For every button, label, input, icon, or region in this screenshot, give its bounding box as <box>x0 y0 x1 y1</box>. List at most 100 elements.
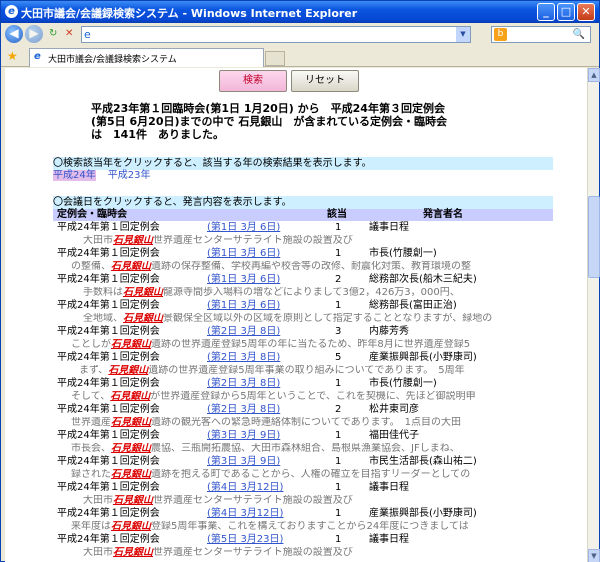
row-speaker: 総務部次長(船木三紀夫) <box>369 274 477 285</box>
row-session: 平成24年第１回定例会 <box>57 456 160 467</box>
meeting-date-link[interactable]: (第3日 3月 9日) <box>207 430 280 442</box>
row-hit-count: 2 <box>335 404 342 415</box>
minimize-button[interactable]: _ <box>537 3 555 21</box>
highlight-term: 石見銀山 <box>123 287 163 298</box>
search-go-button[interactable]: 🔍 <box>568 27 590 42</box>
row-hit-count: 1 <box>335 430 342 441</box>
snippet-suffix: 世界遺産センターサテライト施設の設置及び <box>153 235 353 246</box>
highlight-term: 石見銀山 <box>111 469 151 480</box>
year-links: 平成24年 平成23年 <box>53 170 162 182</box>
row-speaker: 総務部長(富田正治) <box>369 300 457 311</box>
table-row: 平成24年第１回定例会 (第1日 3月 6日) 1 議事日程 <box>53 222 573 234</box>
row-hit-count: 1 <box>335 508 342 519</box>
snippet-prefix: 来年度は <box>71 521 111 532</box>
row-session: 平成24年第１回定例会 <box>57 222 160 233</box>
highlight-term: 石見銀山 <box>111 339 151 350</box>
table-row: 平成24年第１回定例会 (第2日 3月 8日) 5 産業振興部長(小野康司) <box>53 352 573 364</box>
close-button[interactable]: ✕ <box>577 3 595 21</box>
scroll-thumb[interactable] <box>588 196 600 278</box>
browser-window: e 大田市議会/会議録検索システム - Windows Internet Exp… <box>0 0 600 562</box>
table-row: 平成24年第１回定例会 (第3日 3月 9日) 1 福田佳代子 <box>53 430 573 442</box>
header-session: 定例会・臨時会 <box>57 209 127 220</box>
forward-button[interactable]: ▶ <box>25 25 43 43</box>
row-speaker: 市長(竹腰創一) <box>369 248 437 259</box>
year-instruction: 〇検索該当年をクリックすると、該当する年の検索結果を表示します。 <box>53 157 553 170</box>
snippet-suffix: 遺跡の観光客への緊急時連絡体制についてであります。 1点目の大田 <box>151 417 461 428</box>
highlight-term: 石見銀山 <box>113 235 153 246</box>
year-link-h23[interactable]: 平成23年 <box>108 170 151 181</box>
meeting-date-link[interactable]: (第4日 3月12日) <box>207 508 283 520</box>
search-button[interactable]: 検索 <box>219 70 287 92</box>
row-session: 平成24年第１回定例会 <box>57 404 160 415</box>
tab-bar: ★ e 大田市議会/会議録検索システム <box>1 45 599 67</box>
row-hit-count: 2 <box>335 274 342 285</box>
stop-icon[interactable]: ✕ <box>65 28 73 39</box>
navigation-bar: ◀ ▶ ↻ ✕ e ▼ b 🔍 <box>1 23 599 45</box>
highlight-term: 石見銀山 <box>111 261 151 272</box>
search-box[interactable]: b 🔍 <box>491 26 591 43</box>
meeting-date-link[interactable]: (第4日 3月12日) <box>207 482 283 494</box>
tab-label: 大田市議会/会議録検索システム <box>48 55 177 65</box>
highlight-term: 石見銀山 <box>110 391 151 402</box>
row-hit-count: 5 <box>335 352 342 363</box>
scroll-up-icon[interactable]: ▲ <box>588 68 600 82</box>
table-row: 平成24年第１回定例会 (第5日 3月23日) 1 議事日程 <box>53 534 573 546</box>
meeting-date-link[interactable]: (第5日 3月23日) <box>207 534 283 546</box>
snippet-suffix: 景観保全区域以外の区域を原則として指定することとなりますが、緑地の <box>163 313 493 324</box>
result-snippet: 大田市石見銀山世界遺産センターサテライト施設の設置及び <box>83 235 587 247</box>
meeting-date-link[interactable]: (第2日 3月 8日) <box>207 378 280 390</box>
refresh-icon[interactable]: ↻ <box>49 28 57 39</box>
row-speaker: 福田佳代子 <box>369 430 419 441</box>
snippet-suffix: 遺跡を抱える町であることから、人権の確立を目指すリーダーとしての <box>151 469 471 480</box>
table-row: 平成24年第１回定例会 (第2日 3月 8日) 1 市長(竹腰創一) <box>53 378 573 390</box>
page-content: 検索 リセット 平成23年第１回臨時会(第1日 1月20日) から 平成24年第… <box>5 68 587 562</box>
summary-line-1: 平成23年第１回臨時会(第1日 1月20日) から 平成24年第３回定例会 <box>91 102 445 115</box>
highlight-term: 石見銀山 <box>108 365 149 376</box>
ie-logo-icon: e <box>5 5 18 18</box>
result-snippet: 録された石見銀山遺跡を抱える町であることから、人権の確立を目指すリーダーとしての <box>71 469 587 481</box>
snippet-suffix: 農協、三瓶開拓農協、大田市森林組合、島根県漁業協会、JFしまね、 <box>151 443 460 454</box>
tab-active[interactable]: e 大田市議会/会議録検索システム <box>29 48 264 67</box>
meeting-date-link[interactable]: (第2日 3月 8日) <box>207 404 280 416</box>
row-speaker: 市長(竹腰創一) <box>369 378 437 389</box>
meeting-date-link[interactable]: (第2日 3月 8日) <box>207 352 280 364</box>
row-speaker: 議事日程 <box>369 222 409 233</box>
meeting-date-link[interactable]: (第2日 3月 8日) <box>207 326 280 338</box>
result-snippet: まず、石見銀山遺跡の世界遺産登録5周年事業の取り組みについてであります。 5周年 <box>79 365 587 377</box>
snippet-prefix: そして、 <box>71 391 111 402</box>
row-hit-count: 1 <box>335 456 342 467</box>
snippet-prefix: ことしが <box>71 339 111 350</box>
row-hit-count: 1 <box>335 300 342 311</box>
year-link-h24[interactable]: 平成24年 <box>53 170 96 181</box>
scroll-down-icon[interactable]: ▼ <box>588 549 600 562</box>
favorites-star-icon[interactable]: ★ <box>7 49 18 63</box>
back-button[interactable]: ◀ <box>5 25 23 43</box>
row-speaker: 議事日程 <box>369 482 409 493</box>
meeting-date-link[interactable]: (第1日 3月 6日) <box>207 274 280 286</box>
meeting-date-link[interactable]: (第1日 3月 6日) <box>207 300 280 312</box>
address-dropdown-icon[interactable]: ▼ <box>456 27 470 42</box>
maximize-button[interactable]: □ <box>557 3 575 21</box>
highlight-term: 石見銀山 <box>123 313 163 324</box>
highlight-term: 石見銀山 <box>111 521 151 532</box>
meeting-date-link[interactable]: (第1日 3月 6日) <box>207 222 280 234</box>
reset-button[interactable]: リセット <box>291 70 359 92</box>
snippet-prefix: 大田市 <box>83 235 113 246</box>
row-speaker: 内藤芳秀 <box>369 326 409 337</box>
address-bar[interactable]: e ▼ <box>81 26 471 43</box>
result-snippet: 来年度は石見銀山登録5周年事業、これを構えておりますことから24年度につきまして… <box>71 521 587 533</box>
row-speaker: 松井東司彦 <box>369 404 419 415</box>
vertical-scrollbar[interactable]: ▲ ▼ <box>587 68 600 562</box>
snippet-suffix: 遺跡の世界遺産登録5周年の年に当たるため、昨年8月に世界遺産登録5 <box>151 339 471 350</box>
row-speaker: 産業振興部長(小野康司) <box>369 508 477 519</box>
row-session: 平成24年第１回定例会 <box>57 274 160 285</box>
meeting-date-link[interactable]: (第1日 3月 6日) <box>207 248 280 260</box>
meeting-date-link[interactable]: (第3日 3月 9日) <box>207 456 280 468</box>
table-row: 平成24年第１回定例会 (第1日 3月 6日) 2 総務部次長(船木三紀夫) <box>53 274 573 286</box>
new-tab-button[interactable] <box>265 51 285 66</box>
table-row: 平成24年第１回定例会 (第1日 3月 6日) 1 市長(竹腰創一) <box>53 248 573 260</box>
row-hit-count: 1 <box>335 534 342 545</box>
header-hits: 該当 <box>327 209 347 220</box>
snippet-suffix: 世界遺産センターサテライト施設の設置及び <box>153 495 353 506</box>
row-speaker: 市民生活部長(森山祐二) <box>369 456 477 467</box>
